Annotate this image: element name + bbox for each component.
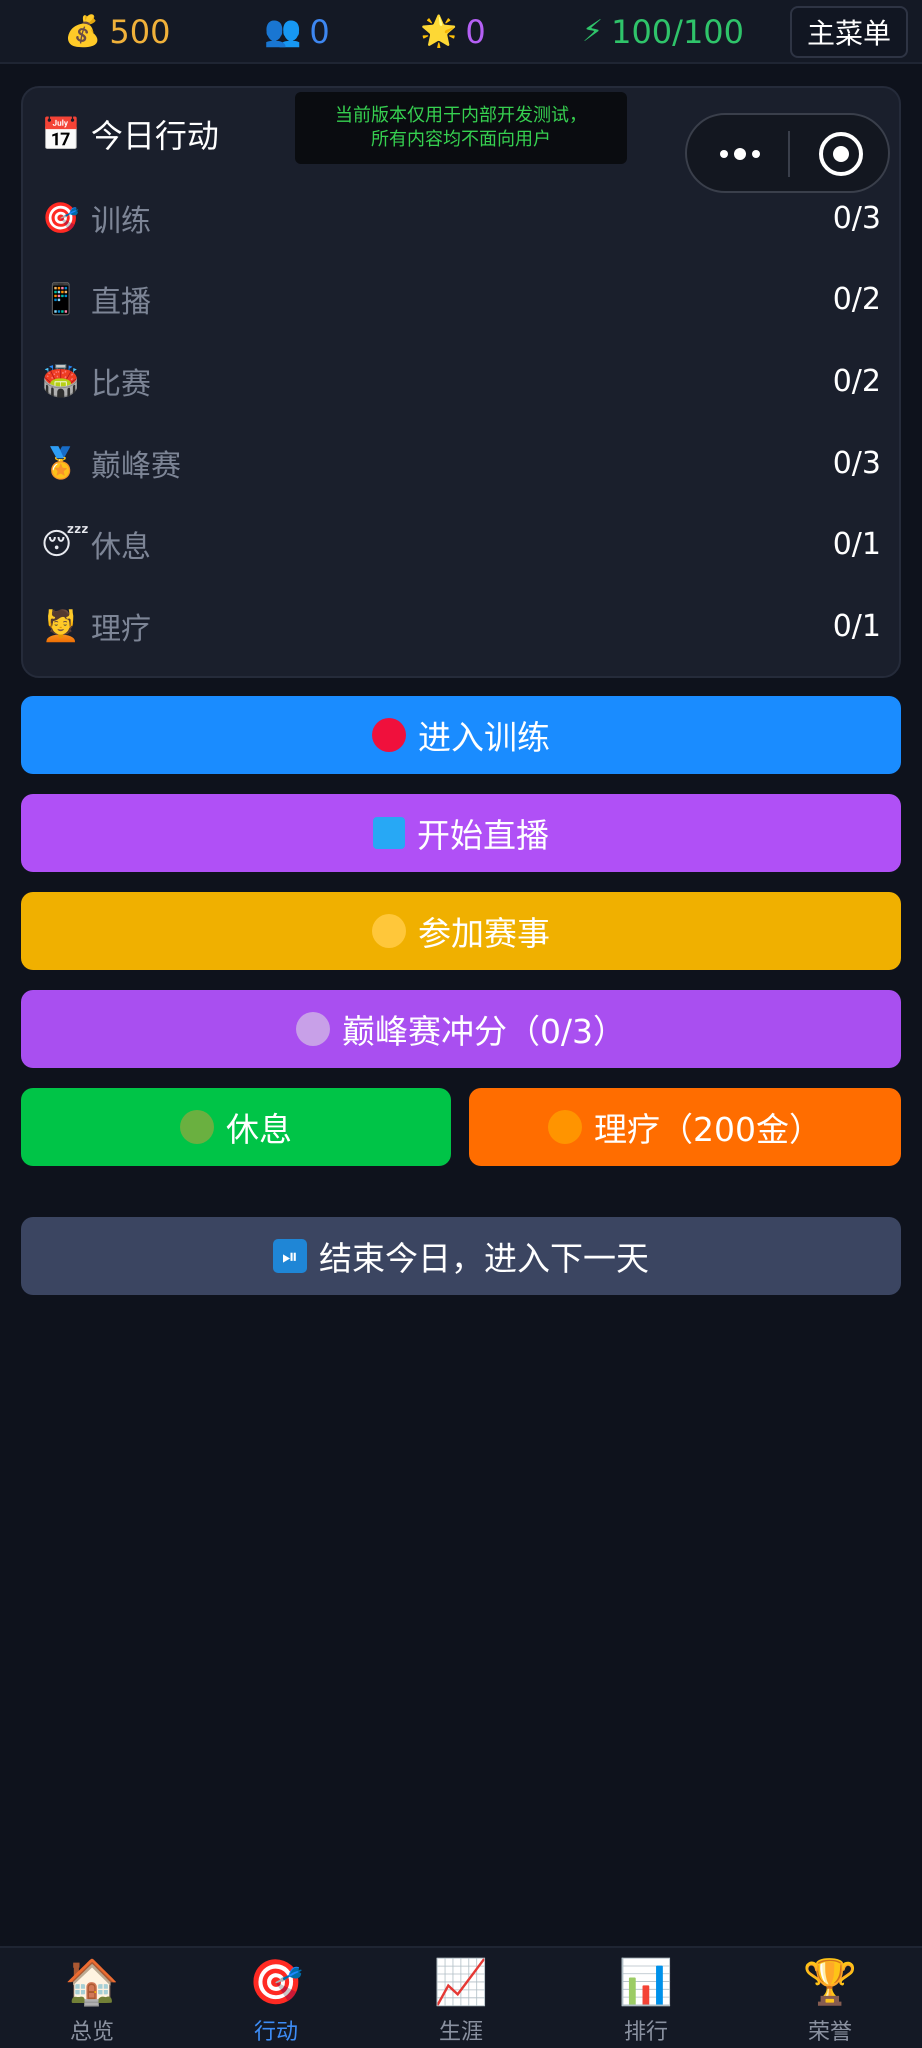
energy-value: 100/100 [611,13,745,51]
tab-label: 行动 [253,2020,298,2045]
reputation-value: 0 [465,13,486,51]
action-name: 比赛 [91,367,151,402]
sleeping-face-icon: 😴 [41,526,90,562]
action-count: 0/2 [832,363,881,399]
play-pause-icon: ⏯ [273,1239,307,1273]
medal-icon: 🏅 [42,445,80,481]
notice-line-2: 所有内容均不面向用户 [371,129,551,150]
trophy-icon: 🏆 [802,1957,858,2008]
target-icon: 🎯 [42,200,80,236]
action-name: 直播 [91,285,151,320]
house-icon: 🏠 [64,1957,120,2008]
action-name: 训练 [91,204,151,239]
join-match-button[interactable]: 参加赛事 [21,892,901,970]
action-row-rest: 😴 休息 0/1 [41,518,881,570]
panel-title-text: 今日行动 [90,117,219,155]
tab-honor[interactable]: 🏆 荣誉 [770,1956,890,2048]
next-day-button[interactable]: ⏯ 结束今日，进入下一天 [21,1217,901,1295]
close-target-icon[interactable] [819,132,863,176]
start-live-button[interactable]: 开始直播 [21,794,901,872]
button-label: 开始直播 [417,816,549,855]
action-name: 理疗 [91,612,151,647]
star-icon: 🌟 [420,14,458,49]
tab-label: 荣誉 [807,2020,852,2045]
app-screen: 💰 500 👥 0 🌟 0 ⚡ 100/100 主菜单 📅 今日行动 🎯 训练 … [0,0,922,2048]
phone-icon: 📱 [42,281,80,317]
action-count: 0/2 [832,281,881,317]
fans-stat: 👥 0 [264,10,330,54]
calendar-icon: 📅 [41,115,81,153]
tab-career[interactable]: 📈 生涯 [401,1956,521,2048]
enter-training-button[interactable]: 进入训练 [21,696,901,774]
peak-ranked-button[interactable]: 巅峰赛冲分（0/3） [21,990,901,1068]
action-count: 0/1 [832,526,881,562]
tab-label: 总览 [69,2020,114,2045]
button-label: 参加赛事 [418,914,550,953]
button-label: 进入训练 [418,718,550,757]
top-status-bar: 💰 500 👥 0 🌟 0 ⚡ 100/100 主菜单 [0,0,922,64]
action-name: 巅峰赛 [91,449,181,484]
gold-stat: 💰 500 [64,10,170,54]
target-icon: 🎯 [248,1957,304,2008]
action-row-match: 🏟️ 比赛 0/2 [41,355,881,407]
action-row-therapy: 💆 理疗 0/1 [41,600,881,652]
orange-circle-icon [548,1110,582,1144]
people-icon: 👥 [264,14,302,49]
reputation-stat: 🌟 0 [420,10,486,54]
purple-circle-icon [295,1012,330,1046]
button-label: 巅峰赛冲分（0/3） [341,1012,627,1051]
action-row-peak: 🏅 巅峰赛 0/3 [41,437,881,489]
yellow-circle-icon [372,914,406,948]
massage-icon: 💆 [42,608,80,644]
action-count: 0/1 [832,608,881,644]
tab-ranking[interactable]: 📊 排行 [586,1956,706,2048]
gold-value: 500 [109,13,171,51]
lightning-icon: ⚡ [582,14,604,49]
red-circle-icon [372,718,406,752]
chart-increasing-icon: 📈 [433,1957,489,2008]
panel-title: 📅 今日行动 [41,112,219,156]
button-label: 结束今日，进入下一天 [319,1239,649,1278]
fans-value: 0 [309,13,330,51]
capsule-divider [788,131,790,177]
miniprogram-capsule [685,113,890,193]
stadium-icon: 🏟️ [42,363,80,399]
therapy-button[interactable]: 理疗（200金） [469,1088,901,1166]
action-row-live: 📱 直播 0/2 [41,273,881,325]
more-options-icon[interactable] [715,139,765,169]
action-count: 0/3 [832,445,881,481]
button-label: 理疗（200金） [594,1110,822,1149]
action-row-training: 🎯 训练 0/3 [41,192,881,244]
energy-stat: ⚡ 100/100 [582,10,744,54]
tab-label: 排行 [623,2020,668,2045]
blue-square-icon [373,817,405,849]
tab-overview[interactable]: 🏠 总览 [32,1956,152,2048]
bottom-tab-bar: 🏠 总览 🎯 行动 📈 生涯 📊 排行 🏆 荣誉 [0,1946,922,2048]
tab-label: 生涯 [438,2020,483,2045]
rest-button[interactable]: 休息 [21,1088,451,1166]
main-menu-button[interactable]: 主菜单 [790,6,908,58]
money-bag-icon: 💰 [64,14,102,49]
dev-test-notice: 当前版本仅用于内部开发测试， 所有内容均不面向用户 [295,92,627,164]
button-label: 休息 [226,1110,292,1149]
bar-chart-icon: 📊 [618,1957,674,2008]
notice-line-1: 当前版本仅用于内部开发测试， [335,105,587,126]
tab-action[interactable]: 🎯 行动 [216,1956,336,2048]
green-circle-icon [180,1110,214,1144]
action-name: 休息 [91,530,151,565]
action-count: 0/3 [832,200,881,236]
